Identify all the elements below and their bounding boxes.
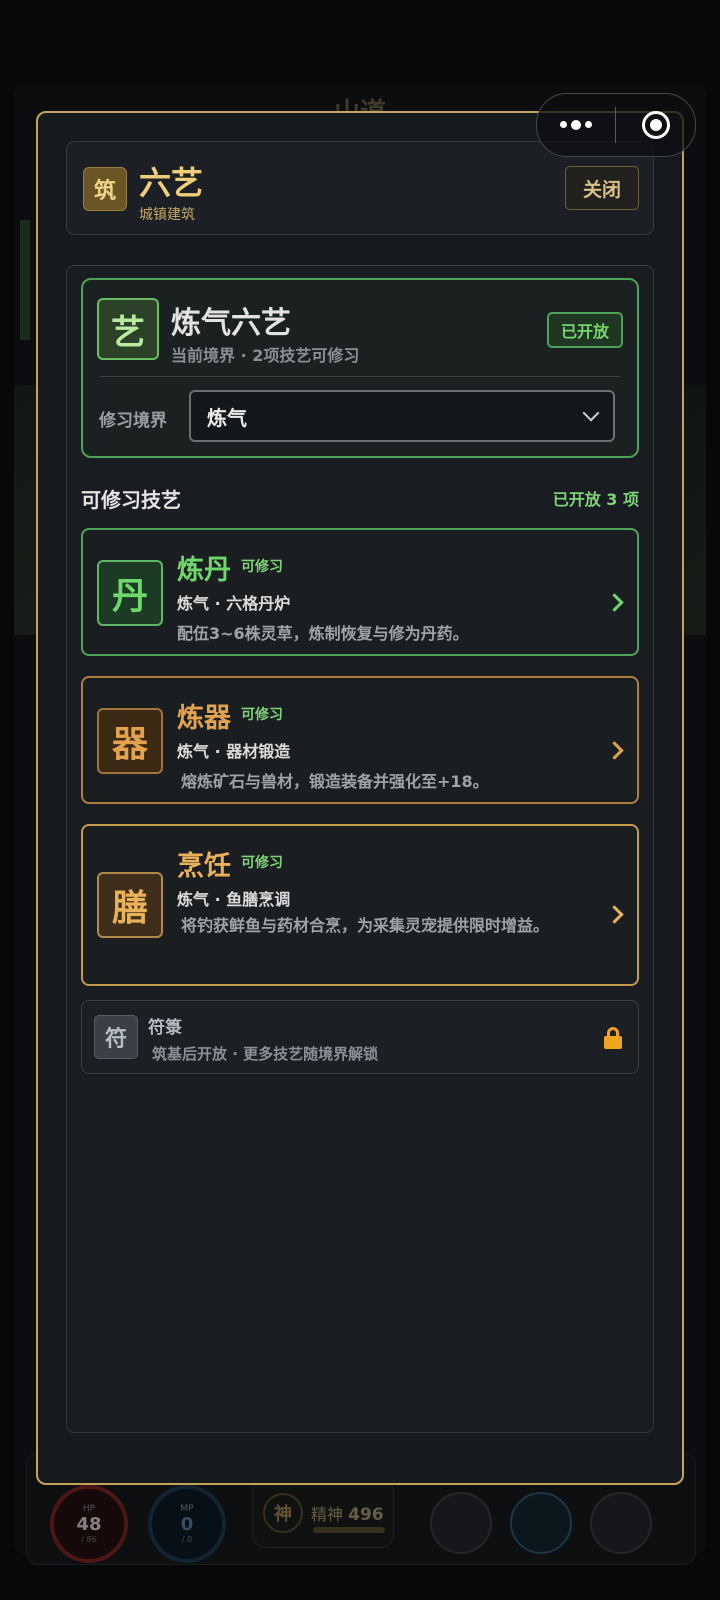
locked-skill-talisman: 符 符箓 筑基后开放 · 更多技艺随境界解锁 — [81, 1000, 639, 1074]
realm-select-label: 修习境界 — [99, 411, 167, 431]
modal-subtitle: 城镇建筑 — [139, 207, 195, 223]
chevron-right-icon — [605, 741, 624, 760]
building-modal: 筑 六艺 城镇建筑 关闭 艺 炼气六艺 当前境界 · 2项技艺可修习 已开放 修… — [36, 111, 684, 1485]
realm-select[interactable]: 炼气 — [189, 390, 615, 442]
skill-card-cooking[interactable]: 膳 烹饪 可修习 炼气 · 鱼膳烹调 将钓获鲜鱼与药材合烹，为采集灵宠提供限时增… — [81, 824, 639, 986]
skills-section-title: 可修习技艺 — [81, 488, 181, 512]
skill-realm-line: 炼气 · 器材锻造 — [177, 742, 291, 761]
skill-name: 炼器 — [177, 703, 231, 734]
lock-icon — [604, 1027, 622, 1049]
skill-card-forging[interactable]: 器 炼器 可修习 炼气 · 器材锻造 熔炼矿石与兽材，锻造装备并强化至+18。 — [81, 676, 639, 804]
talisman-icon: 符 — [94, 1015, 138, 1059]
more-dots-icon[interactable] — [537, 119, 615, 130]
forging-icon: 器 — [97, 708, 163, 774]
skills-open-count: 已开放 3 项 — [552, 490, 639, 509]
realm-select-value: 炼气 — [207, 405, 247, 430]
open-status-badge: 已开放 — [547, 312, 623, 348]
skill-card-alchemy[interactable]: 丹 炼丹 可修习 炼气 · 六格丹炉 配伍3~6株灵草，炼制恢复与修为丹药。 — [81, 528, 639, 656]
realm-title: 炼气六艺 — [171, 306, 291, 341]
alchemy-icon: 丹 — [97, 560, 163, 626]
skill-description: 将钓获鲜鱼与药材合烹，为采集灵宠提供限时增益。 — [181, 916, 550, 935]
skill-name: 炼丹 — [177, 555, 231, 586]
mini-program-capsule — [536, 93, 696, 157]
skill-name: 烹饪 — [177, 851, 231, 882]
modal-body: 艺 炼气六艺 当前境界 · 2项技艺可修习 已开放 修习境界 炼气 可修习技艺 … — [66, 265, 654, 1433]
chevron-right-icon — [605, 593, 624, 612]
skill-status-tag: 可修习 — [241, 707, 283, 723]
chevron-right-icon — [605, 905, 624, 924]
locked-skill-desc: 筑基后开放 · 更多技艺随境界解锁 — [152, 1045, 379, 1063]
skill-description: 配伍3~6株灵草，炼制恢复与修为丹药。 — [177, 624, 469, 643]
skill-description: 熔炼矿石与兽材，锻造装备并强化至+18。 — [181, 772, 489, 791]
art-icon: 艺 — [97, 298, 159, 360]
cooking-icon: 膳 — [97, 872, 163, 938]
realm-card: 艺 炼气六艺 当前境界 · 2项技艺可修习 已开放 修习境界 炼气 — [81, 278, 639, 458]
divider — [99, 376, 621, 377]
skill-status-tag: 可修习 — [241, 559, 283, 575]
close-button[interactable]: 关闭 — [565, 166, 639, 210]
skill-realm-line: 炼气 · 鱼膳烹调 — [177, 890, 291, 909]
realm-subtitle: 当前境界 · 2项技艺可修习 — [171, 346, 360, 365]
locked-skill-name: 符箓 — [148, 1018, 182, 1038]
skill-realm-line: 炼气 · 六格丹炉 — [177, 594, 291, 613]
modal-title: 六艺 — [139, 164, 204, 202]
target-circle-icon[interactable] — [616, 111, 695, 139]
chevron-down-icon — [582, 404, 600, 422]
skill-status-tag: 可修习 — [241, 855, 283, 871]
building-icon: 筑 — [83, 167, 127, 211]
